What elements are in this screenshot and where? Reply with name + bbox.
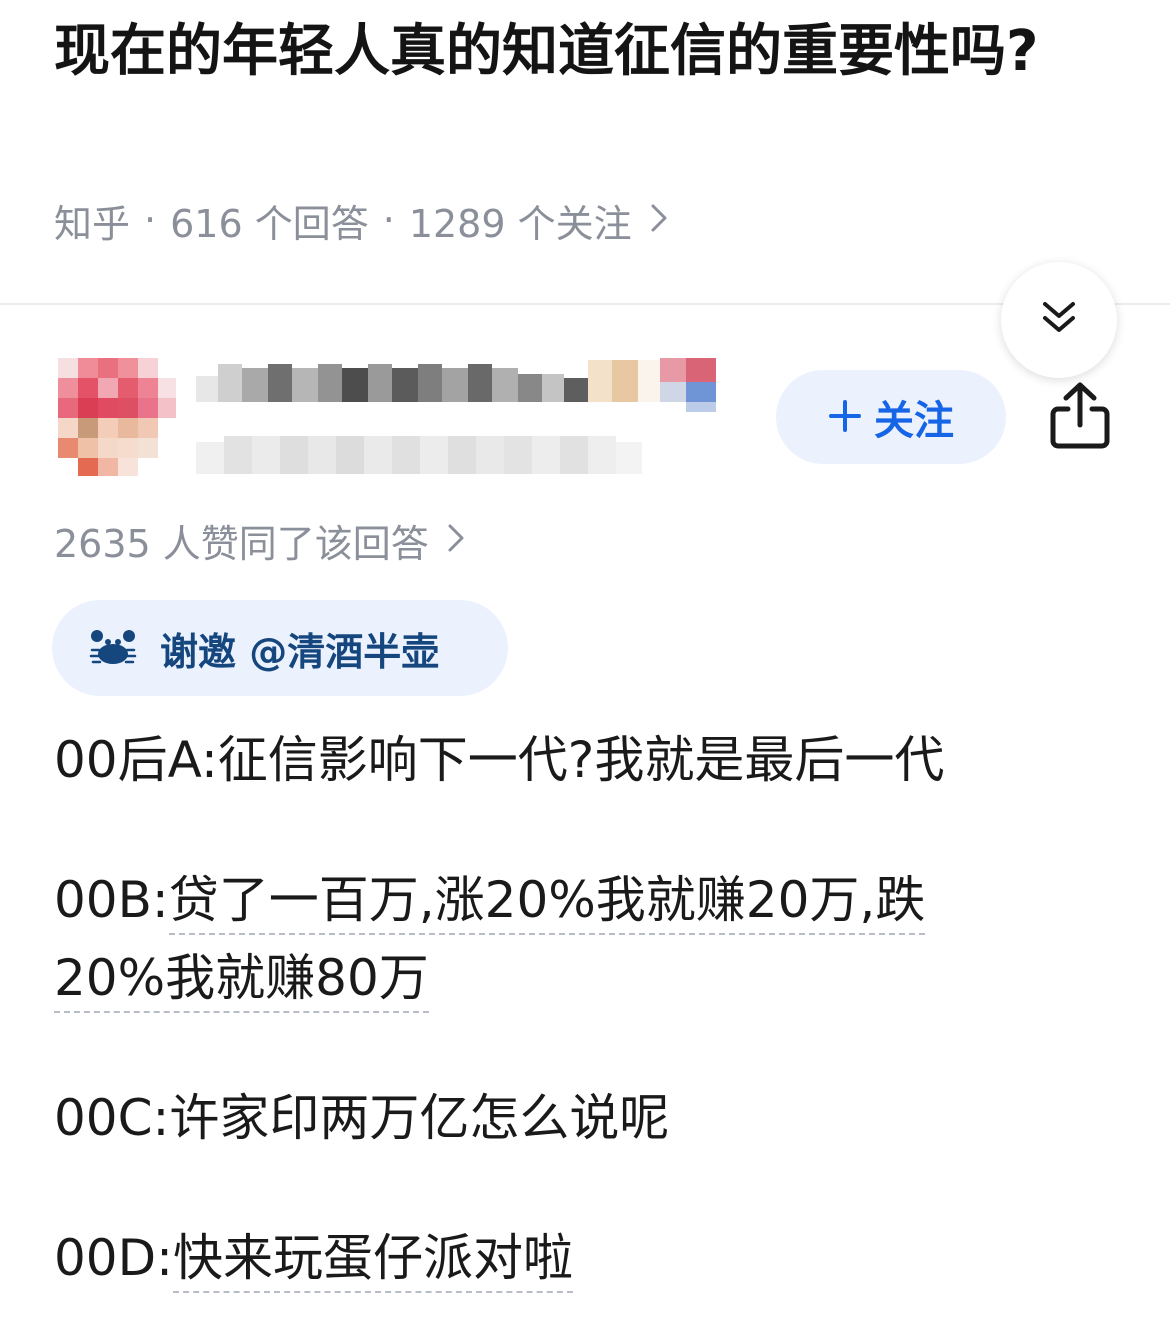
avatar[interactable] [58, 358, 176, 476]
question-title[interactable]: 现在的年轻人真的知道征信的重要性吗? [54, 8, 1094, 96]
crab-icon [88, 628, 138, 668]
double-chevron-down-icon [1039, 298, 1079, 342]
answer-paragraph-c: 00C:许家印两万亿怎么说呢 [54, 1080, 1124, 1156]
author-name[interactable] [196, 358, 720, 416]
answer-paragraph-d: 00D:快来玩蛋仔派对啦 [54, 1220, 1124, 1296]
answer-text: 征信影响下一代?我就是最后一代 [217, 731, 945, 789]
separator-dot: · [144, 198, 157, 242]
share-button[interactable] [1040, 378, 1120, 458]
chevron-right-icon [447, 518, 465, 562]
collapse-button[interactable] [1001, 262, 1117, 378]
follow-label: 关注 [874, 398, 954, 444]
invite-label: 谢邀 @清酒半壶 [160, 629, 440, 674]
source-label: 知乎 [54, 201, 131, 246]
answer-text: 许家印两万亿怎么说呢 [169, 1089, 670, 1147]
answer-prefix: 00D: [54, 1229, 173, 1287]
question-meta[interactable]: 知乎 · 616 个回答 · 1289 个关注 [54, 193, 668, 247]
separator-dot: · [382, 198, 395, 242]
plus-icon [828, 393, 862, 441]
vote-summary-text: 2635 人赞同了该回答 [54, 521, 429, 566]
answer-prefix: 00后A: [54, 731, 218, 789]
answers-count: 616 个回答 [170, 201, 369, 246]
answer-paragraph-a: 00后A:征信影响下一代?我就是最后一代 [54, 722, 1124, 798]
answer-paragraph-b-continued: 20%我就赚80万 [54, 940, 1124, 1016]
followers-count: 1289 个关注 [408, 201, 632, 246]
answer-text-link[interactable]: 快来玩蛋仔派对啦 [172, 1229, 573, 1293]
zhihu-answer-page: 现在的年轻人真的知道征信的重要性吗? 知乎 · 616 个回答 · 1289 个… [0, 0, 1170, 1319]
answer-paragraph-b: 00B:贷了一百万,涨20%我就赚20万,跌 [54, 862, 1124, 938]
divider [0, 303, 1170, 305]
answer-prefix: 00C: [54, 1089, 170, 1147]
answer-text-link[interactable]: 20%我就赚80万 [54, 949, 429, 1013]
answer-prefix: 00B: [54, 871, 169, 929]
chevron-right-icon [650, 197, 668, 243]
author-bio [196, 432, 642, 476]
follow-button[interactable]: 关注 [776, 370, 1006, 464]
answer-text-link[interactable]: 贷了一百万,涨20%我就赚20万,跌 [168, 871, 926, 935]
invite-badge[interactable]: 谢邀 @清酒半壶 [52, 600, 508, 696]
vote-summary[interactable]: 2635 人赞同了该回答 [54, 514, 465, 566]
share-icon [1048, 381, 1112, 455]
